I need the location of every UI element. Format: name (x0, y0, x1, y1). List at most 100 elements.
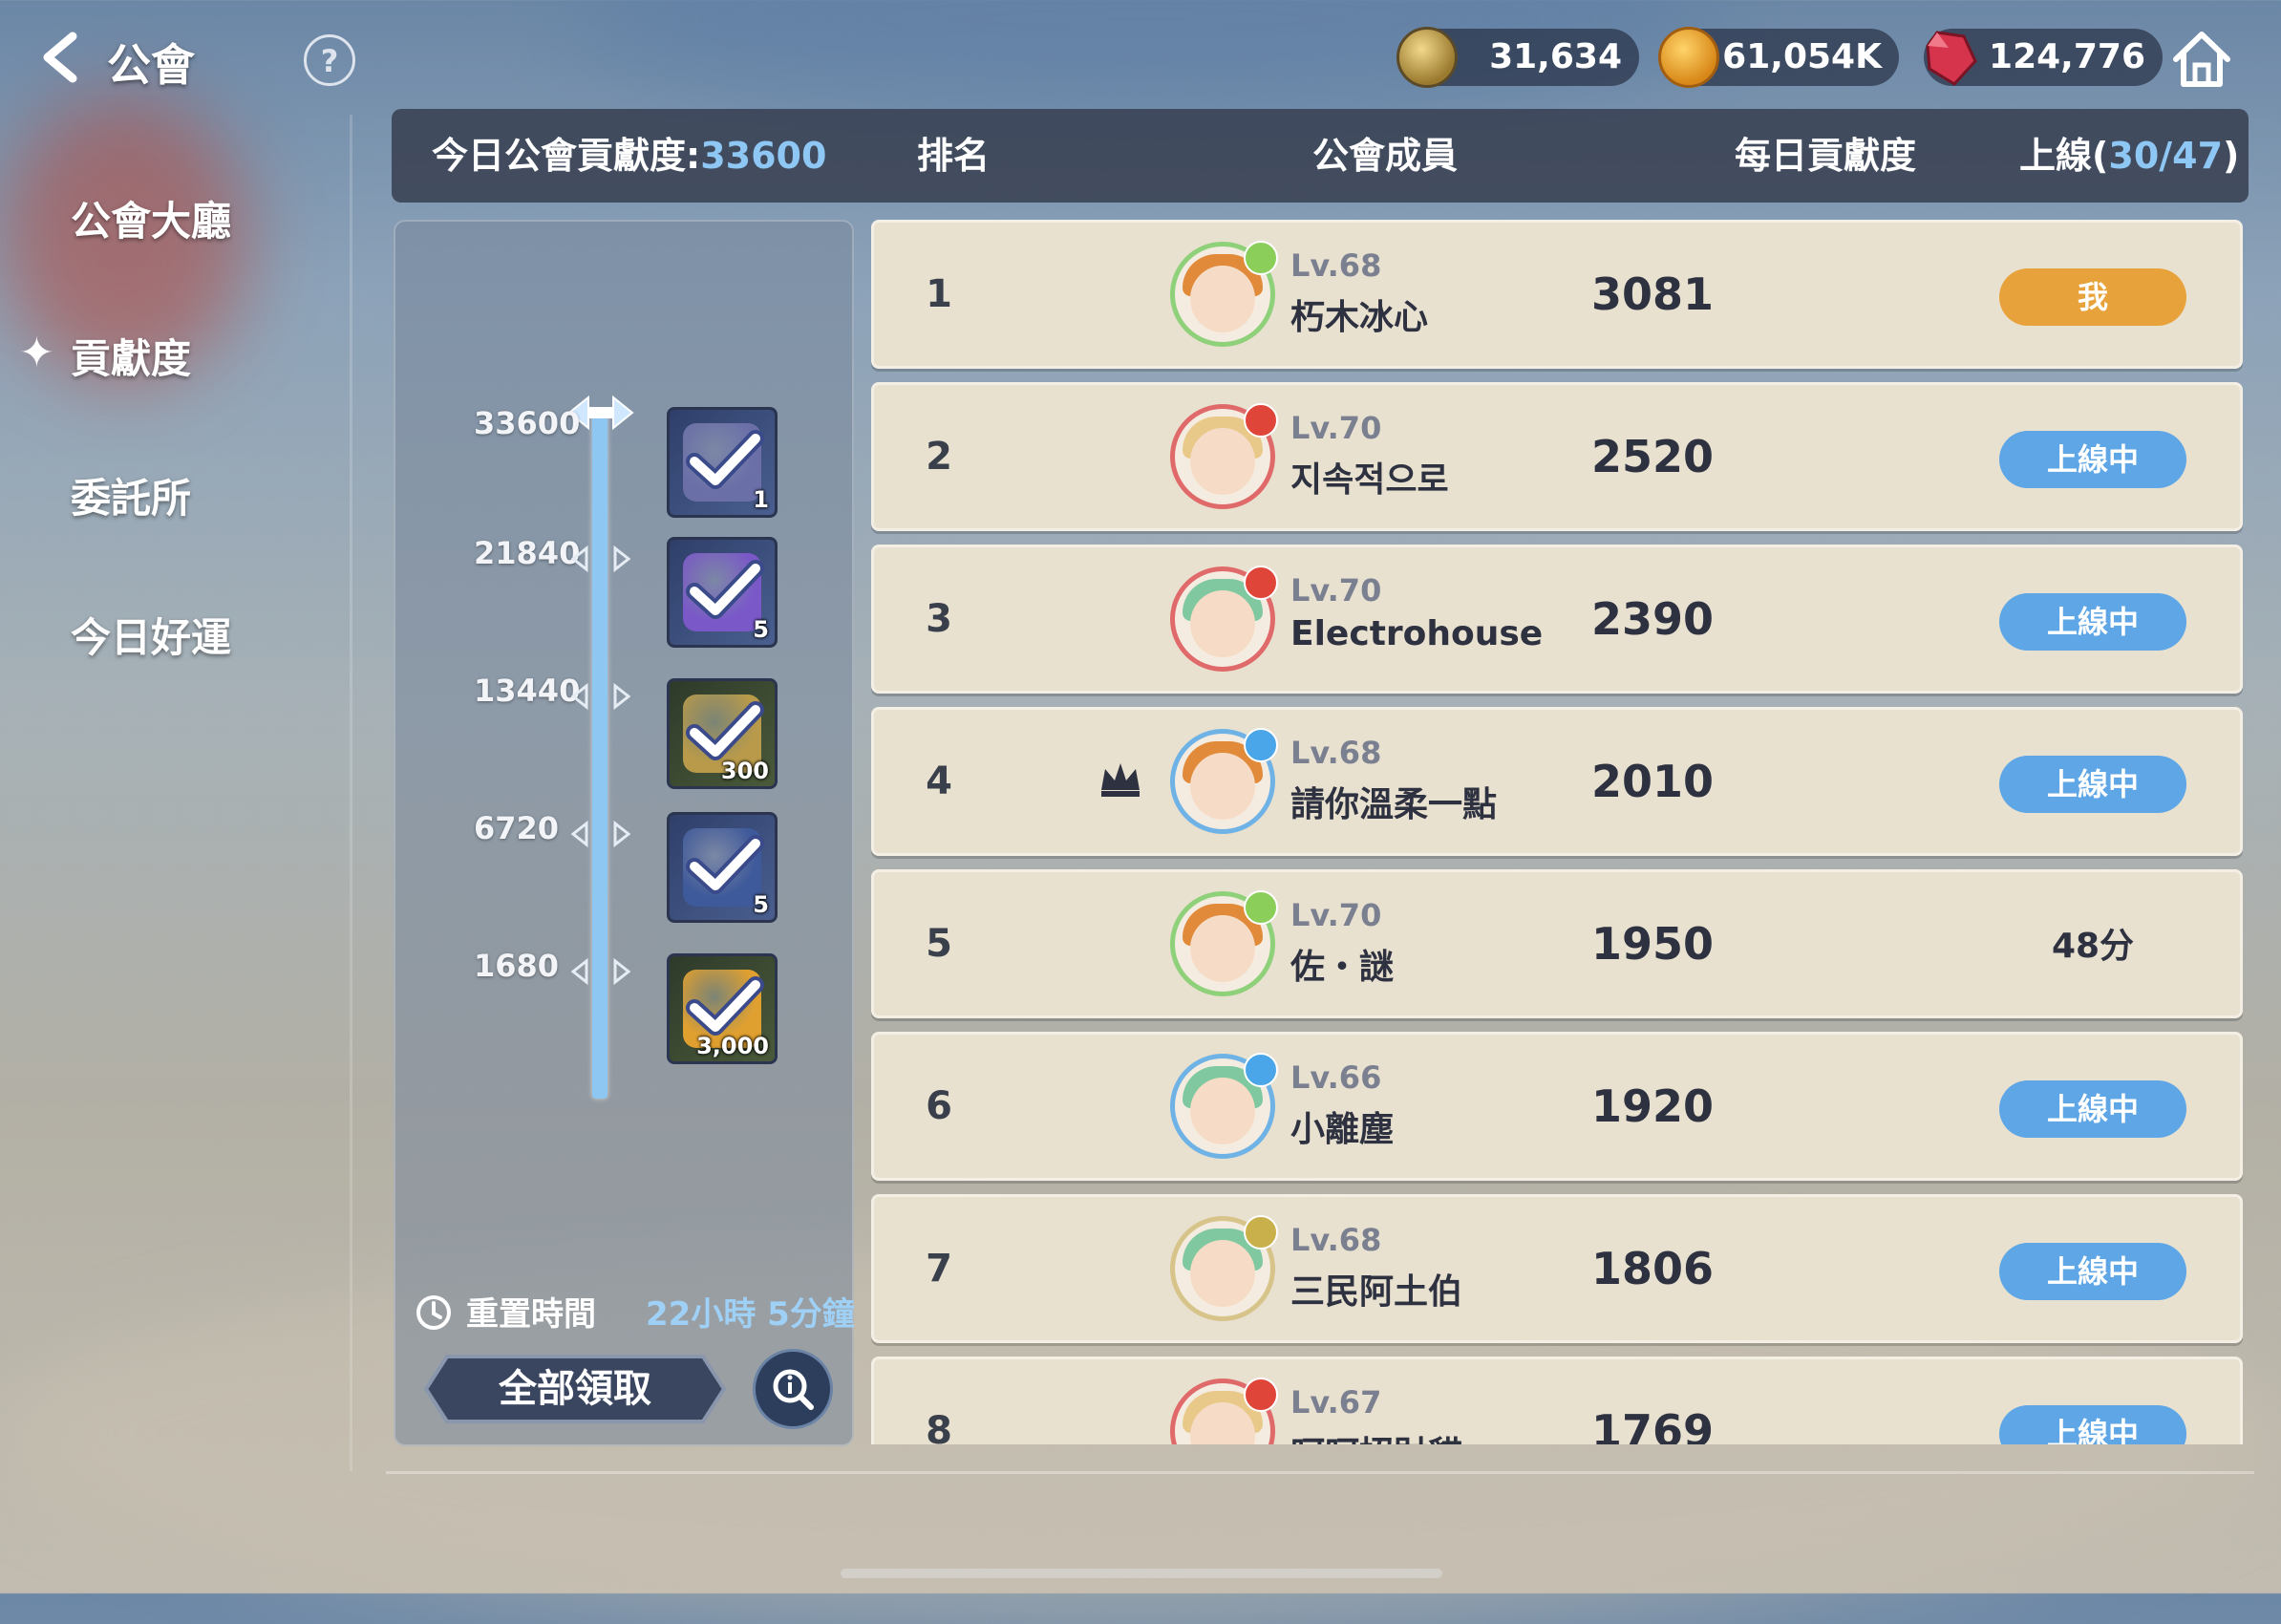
resource-gold: 61,054K (1658, 27, 1899, 88)
member-row[interactable]: 6 Lv.66 小離塵 1920 上線中 (871, 1032, 2243, 1181)
contribution-label: 今日公會貢獻度:33600 (432, 109, 826, 203)
member-avatar[interactable] (1170, 241, 1278, 347)
element-icon (1244, 1215, 1278, 1250)
member-score: 2010 (1590, 756, 1715, 807)
member-rank: 2 (926, 435, 952, 479)
milestone-threshold: 21840 (474, 535, 581, 571)
milestone-threshold: 13440 (474, 673, 581, 709)
reset-label: 重置時間 (466, 1295, 596, 1334)
clock-icon (416, 1295, 451, 1330)
member-avatar[interactable] (1170, 403, 1278, 509)
reward-quantity: 1 (753, 486, 769, 513)
member-score: 2390 (1590, 593, 1715, 645)
avatar-face (1190, 590, 1255, 657)
milestone-marker-icon (571, 957, 630, 986)
member-status: 上線中 (1999, 756, 2186, 813)
member-score: 3081 (1590, 268, 1715, 320)
member-level: Lv.70 (1290, 572, 1382, 609)
contribution-label-text: 今日公會貢獻度: (432, 135, 701, 177)
claimed-check-icon (686, 976, 764, 1036)
page-title: 公會 (107, 39, 195, 91)
info-magnifier-icon[interactable] (753, 1349, 833, 1429)
guild-coin-value: 31,634 (1489, 37, 1622, 76)
member-rank: 4 (926, 759, 952, 803)
member-avatar[interactable] (1170, 1378, 1278, 1444)
element-icon (1244, 1053, 1278, 1087)
reward-chest[interactable]: 1 (667, 407, 778, 518)
member-score: 1950 (1590, 918, 1715, 970)
col-online-count: 30/47 (2108, 135, 2224, 177)
avatar-face (1190, 428, 1255, 495)
guild-coin-icon (1396, 27, 1458, 88)
sidebar-item-daily-luck[interactable]: 今日好運 (71, 606, 231, 664)
sidebar-divider (350, 115, 352, 1471)
element-icon (1244, 1378, 1278, 1412)
crown-icon (1101, 763, 1140, 797)
member-row[interactable]: 7 Lv.68 三民阿土伯 1806 上線中 (871, 1194, 2243, 1343)
claimed-check-icon (686, 560, 764, 619)
claimed-check-icon (686, 835, 764, 894)
bottom-divider (386, 1471, 2254, 1474)
member-avatar[interactable] (1170, 1053, 1278, 1159)
selected-star-icon: ✦ (19, 329, 54, 377)
col-online: 上線(30/47) (2019, 109, 2239, 203)
milestone-threshold: 33600 (474, 405, 581, 441)
ruby-value: 124,776 (1989, 37, 2145, 76)
milestone-marker-icon (571, 820, 630, 848)
ruby-gem-icon (1926, 31, 1977, 86)
reward-box[interactable]: 5 (667, 812, 778, 923)
member-level: Lv.68 (1290, 735, 1382, 771)
element-icon (1244, 403, 1278, 438)
member-row[interactable]: 2 Lv.70 지속적으로 2520 上線中 (871, 382, 2243, 531)
member-status: 上線中 (1999, 1243, 2186, 1300)
member-level: Lv.70 (1290, 410, 1382, 446)
member-row[interactable]: 4 Lv.68 請你溫柔一點 2010 上線中 (871, 707, 2243, 856)
member-rank: 5 (926, 922, 952, 966)
avatar-face (1190, 1078, 1255, 1144)
gold-value: 61,054K (1722, 37, 1882, 76)
reward-guild-coin[interactable]: 300 (667, 678, 778, 789)
member-list[interactable]: 1 Lv.68 朽木冰心 3081 我 2 Lv.70 지속적으로 2520 上線中 3 Lv.70 E… (869, 220, 2249, 1444)
member-row[interactable]: 8Lv.67呵呵招財貓1769上線中 (871, 1357, 2243, 1444)
member-score: 1769 (1590, 1405, 1715, 1444)
col-online-suffix: ) (2223, 135, 2240, 177)
member-level: Lv.67 (1290, 1384, 1382, 1421)
resource-guild-coin: 31,634 (1396, 27, 1639, 88)
reward-gold-coin[interactable]: 3,000 (667, 953, 778, 1064)
home-indicator[interactable] (841, 1569, 1442, 1578)
member-row[interactable]: 5 Lv.70 佐・謎 1950 48分 (871, 869, 2243, 1018)
member-row[interactable]: 1 Lv.68 朽木冰心 3081 我 (871, 220, 2243, 369)
avatar-face (1190, 915, 1255, 982)
member-avatar[interactable] (1170, 890, 1278, 996)
question-icon[interactable]: ? (304, 34, 355, 86)
member-name: 小離塵 (1290, 1110, 1395, 1149)
claimed-check-icon (686, 430, 764, 489)
avatar-face (1190, 266, 1255, 332)
member-status: 上線中 (1999, 1405, 2186, 1444)
sidebar-item-contribution[interactable]: 貢獻度 (71, 327, 191, 385)
home-icon[interactable] (2168, 27, 2235, 90)
member-avatar[interactable] (1170, 1215, 1278, 1321)
col-rank: 排名 (917, 135, 991, 177)
member-score: 1920 (1590, 1080, 1715, 1132)
progress-track (592, 413, 608, 1099)
member-rank: 6 (926, 1084, 952, 1128)
table-header: 今日公會貢獻度:33600 排名 公會成員 每日貢獻度 上線(30/47) (392, 109, 2249, 203)
reward-crystal-badge[interactable]: 5 (667, 537, 778, 648)
member-name: 佐・謎 (1290, 948, 1395, 987)
member-score: 2520 (1590, 431, 1715, 482)
back-arrow-icon[interactable] (32, 29, 90, 86)
claim-all-button[interactable]: 全部領取 (422, 1353, 728, 1425)
reward-quantity: 5 (753, 616, 769, 643)
member-status: 上線中 (1999, 1080, 2186, 1138)
member-level: Lv.68 (1290, 1222, 1382, 1258)
member-rank: 3 (926, 597, 952, 641)
sidebar-item-guild-hall[interactable]: 公會大廳 (71, 189, 231, 247)
member-level: Lv.66 (1290, 1059, 1382, 1096)
sidebar-item-commission[interactable]: 委託所 (71, 466, 191, 524)
member-level: Lv.68 (1290, 247, 1382, 284)
member-row[interactable]: 3 Lv.70 Electrohouse 2390 上線中 (871, 545, 2243, 694)
member-avatar[interactable] (1170, 728, 1278, 834)
element-icon (1244, 728, 1278, 762)
member-avatar[interactable] (1170, 566, 1278, 672)
